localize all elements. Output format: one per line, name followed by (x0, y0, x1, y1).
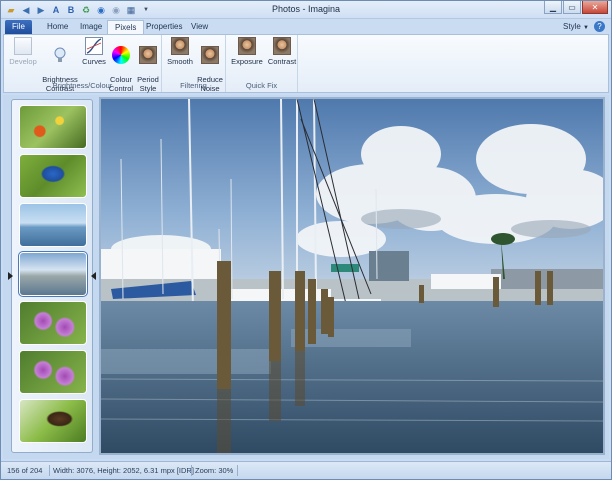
develop-button[interactable]: Develop (8, 37, 38, 66)
group-label-filtering: Filtering (180, 81, 207, 90)
minimize-icon: ▁ (549, 2, 557, 12)
help-button[interactable]: ? (594, 21, 605, 32)
status-zoom: Zoom: 30% (195, 466, 234, 475)
tab-file[interactable]: File (5, 20, 32, 34)
title-bar: ▰ ◀ ▶ A B ♻ ◉ ◉ ▦ ▼ Photos - Imagina ▁ ▭… (1, 1, 611, 19)
thumbnail-pier[interactable] (19, 203, 87, 247)
harbor-photo (101, 99, 603, 453)
tab-view[interactable]: View (184, 20, 215, 34)
current-marker-right-icon (91, 272, 96, 280)
smooth-button[interactable]: Smooth (166, 37, 194, 66)
status-divider (191, 465, 192, 476)
style-menu-label: Style (563, 22, 581, 31)
close-icon: ✕ (591, 2, 599, 12)
filmstrip[interactable] (8, 99, 96, 453)
color-wheel-icon (112, 46, 130, 64)
status-bar: 156 of 204 Width: 3076, Height: 2052, 6.… (1, 461, 611, 479)
status-dimensions: Width: 3076, Height: 2052, 6.31 mpx [IDR… (53, 466, 194, 475)
thumbnail-butterfly-flowers[interactable] (19, 105, 87, 149)
curves-label: Curves (82, 57, 106, 66)
app-window: ▰ ◀ ▶ A B ♻ ◉ ◉ ▦ ▼ Photos - Imagina ▁ ▭… (0, 0, 612, 480)
lightbulb-icon (54, 47, 66, 62)
maximize-button[interactable]: ▭ (563, 1, 581, 14)
thumbnail-harbor[interactable] (18, 251, 88, 297)
exposure-button[interactable]: Exposure (230, 37, 264, 66)
group-brightness-colour: Develop Brightness Contrast Curves Colou… (4, 35, 162, 93)
minimize-button[interactable]: ▁ (544, 1, 562, 14)
status-position: 156 of 204 (7, 466, 43, 475)
current-marker-left-icon (8, 272, 13, 280)
thumbnail-blue-butterfly[interactable] (19, 154, 87, 198)
tab-properties[interactable]: Properties (139, 20, 189, 34)
contrast-label: Contrast (267, 57, 297, 66)
portrait-icon (238, 37, 256, 55)
window-title: Photos - Imagina (271, 4, 341, 14)
chevron-down-icon: ▼ (583, 25, 589, 31)
group-quick-fix: Exposure Contrast Quick Fix (226, 35, 298, 92)
thumbnail-orchids-2[interactable] (19, 350, 87, 394)
window-controls: ▁ ▭ ✕ (544, 1, 608, 14)
image-viewer[interactable] (99, 97, 605, 455)
close-button[interactable]: ✕ (582, 1, 608, 14)
portrait-icon (273, 37, 291, 55)
ribbon: Develop Brightness Contrast Curves Colou… (3, 34, 609, 93)
maximize-icon: ▭ (568, 2, 576, 12)
portrait-icon (139, 46, 157, 64)
tab-home[interactable]: Home (40, 20, 75, 34)
status-divider (237, 465, 238, 476)
smooth-label: Smooth (167, 57, 193, 66)
main-content (3, 95, 609, 459)
curves-icon (85, 37, 103, 55)
exposure-label: Exposure (231, 57, 263, 66)
develop-icon (14, 37, 32, 55)
group-filtering: Smooth Reduce Noise Filtering (162, 35, 226, 93)
tab-image[interactable]: Image (73, 20, 109, 34)
curves-button[interactable]: Curves (82, 37, 106, 66)
group-label-brightness-colour: Brightness/Colour (52, 81, 113, 90)
status-divider (49, 465, 50, 476)
ribbon-tabs: File Home Image Pixels Properties View S… (1, 19, 611, 34)
style-menu[interactable]: Style ▼ (563, 22, 589, 31)
thumbnail-orchids[interactable] (19, 301, 87, 345)
group-label-quick-fix: Quick Fix (245, 81, 278, 90)
thumbnail-moth-leaf[interactable] (19, 399, 87, 443)
develop-label: Develop (9, 57, 37, 66)
contrast-button[interactable]: Contrast (266, 37, 298, 66)
portrait-icon (201, 46, 219, 64)
portrait-icon (171, 37, 189, 55)
